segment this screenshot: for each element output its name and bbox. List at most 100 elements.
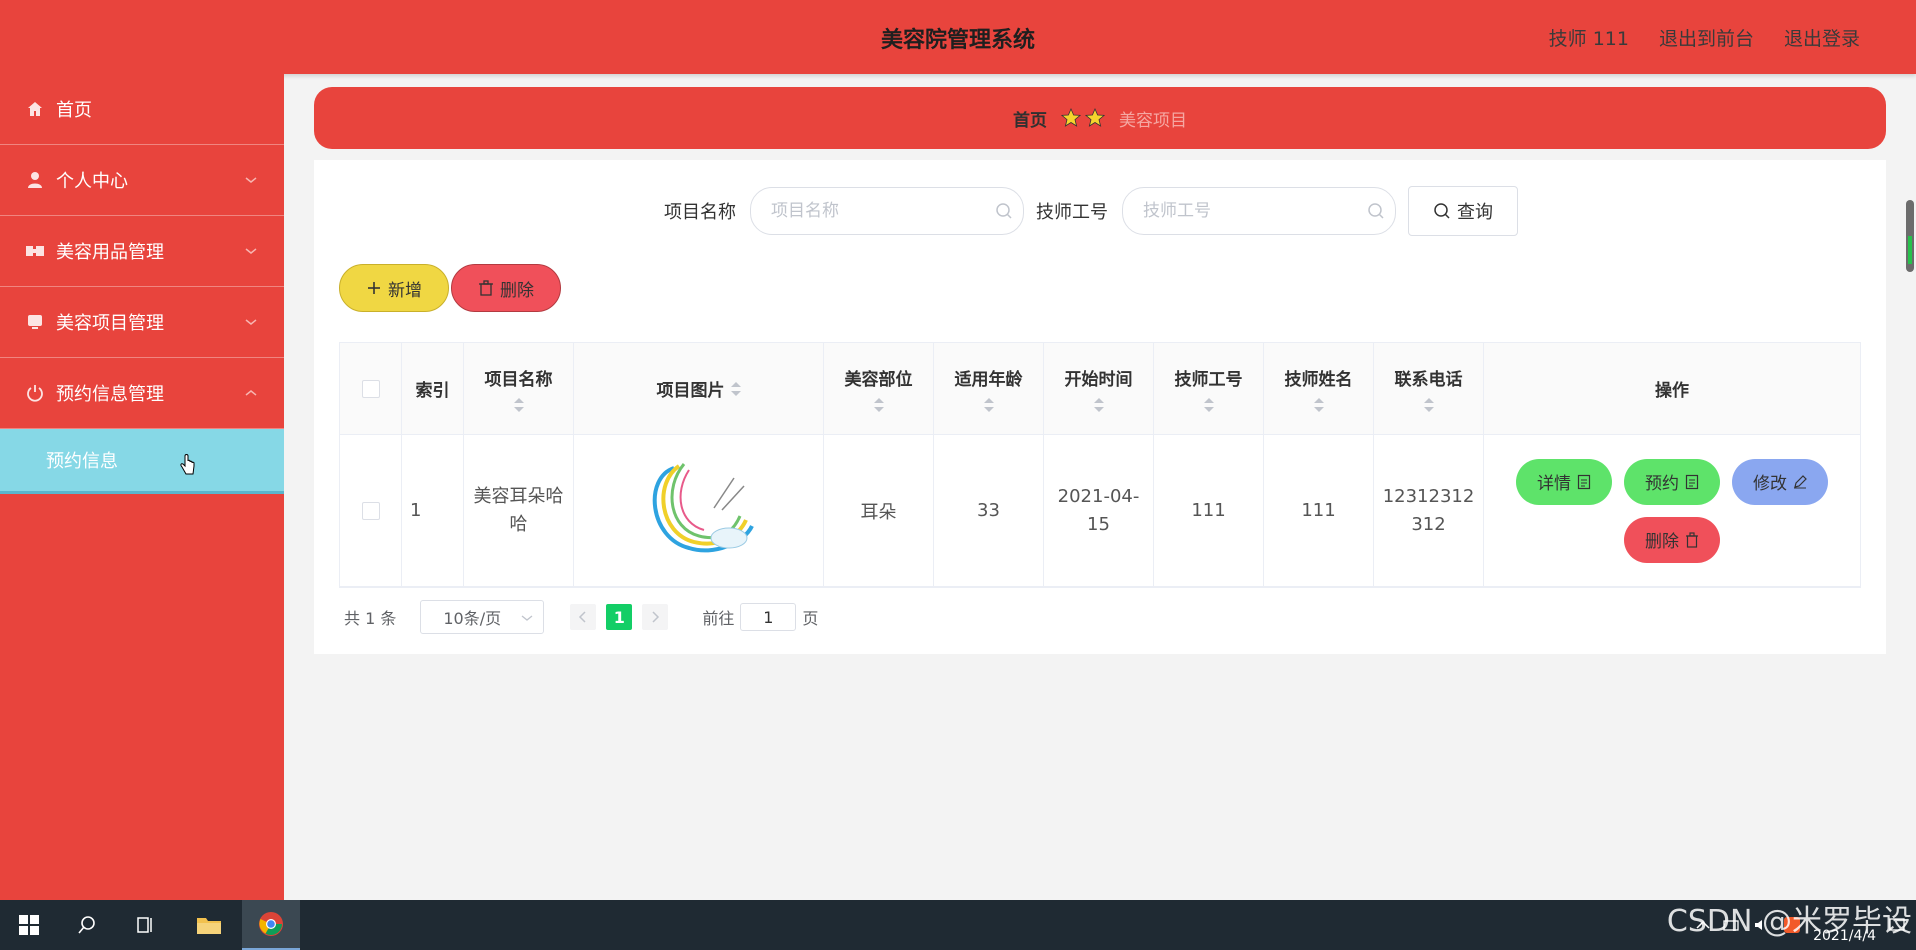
task-view-button[interactable] <box>116 900 174 950</box>
detail-button-label: 详情 <box>1537 474 1571 494</box>
project-thumbnail[interactable] <box>633 448 764 573</box>
document-icon <box>1685 474 1699 489</box>
sort-icon[interactable] <box>1203 398 1214 412</box>
user-icon <box>24 169 46 191</box>
breadcrumb-separator <box>1061 108 1105 128</box>
sort-icon[interactable] <box>730 381 741 396</box>
windows-icon <box>19 915 39 935</box>
chrome-taskbar-button[interactable] <box>242 900 300 950</box>
user-name-label[interactable]: 技师 111 <box>1549 24 1629 51</box>
project-name-input[interactable] <box>769 200 993 222</box>
cell-name: 美容耳朵哈哈 <box>464 435 574 587</box>
logout-link[interactable]: 退出登录 <box>1784 24 1860 51</box>
cell-tech-no: 111 <box>1154 435 1264 587</box>
breadcrumb-home[interactable]: 首页 <box>1013 106 1047 131</box>
page-size-select[interactable]: 10条/页 <box>420 600 545 634</box>
sort-icon[interactable] <box>1423 398 1434 412</box>
pagination: 共 1 条 10条/页 1 前往 页 <box>344 600 818 634</box>
sidebar-item-booking[interactable]: 预约信息管理 <box>0 358 284 429</box>
header-start[interactable]: 开始时间 <box>1044 343 1154 435</box>
cell-image <box>574 435 824 587</box>
prev-page-button[interactable] <box>570 604 597 630</box>
detail-button[interactable]: 详情 <box>1516 458 1612 505</box>
next-page-button[interactable] <box>642 604 669 630</box>
project-table: 索引 项目名称 项目图片 美容部位 适用年龄 开始时间 技师工号 技师姓名 联系… <box>339 342 1861 588</box>
scrollbar-thumb[interactable] <box>1906 200 1914 272</box>
document-icon <box>1577 474 1591 489</box>
sidebar-item-profile[interactable]: 个人中心 <box>0 145 284 216</box>
project-name-field[interactable] <box>750 187 1024 235</box>
header-label: 索引 <box>415 381 450 401</box>
sort-icon[interactable] <box>873 398 884 412</box>
header-label: 项目图片 <box>656 381 725 401</box>
query-button[interactable]: 查询 <box>1408 186 1518 236</box>
header-label: 开始时间 <box>1064 370 1133 390</box>
cell-start: 2021-04-15 <box>1044 435 1154 587</box>
sidebar-item-projects[interactable]: 美容项目管理 <box>0 287 284 358</box>
sidebar-item-home[interactable]: 首页 <box>0 74 284 145</box>
row-delete-label: 删除 <box>1645 532 1679 552</box>
chevron-up-icon <box>245 390 257 396</box>
sidebar-item-label: 美容用品管理 <box>56 242 164 263</box>
goto-page-input[interactable] <box>740 603 797 631</box>
chevron-down-icon <box>521 615 533 621</box>
search-form: 项目名称 技师工号 查询 <box>664 186 1518 236</box>
chevron-left-icon <box>579 611 586 623</box>
table-row: 1 美容耳朵哈哈 耳朵 33 2021-04-15 111 111 123123… <box>340 435 1860 587</box>
csdn-watermark: CSDN @米罗毕设 <box>1666 904 1912 939</box>
total-count: 共 1 条 <box>344 609 397 628</box>
row-delete-button[interactable]: 删除 <box>1624 516 1720 563</box>
select-all-checkbox[interactable] <box>361 379 380 398</box>
header-label: 美容部位 <box>844 370 913 390</box>
sidebar-subitem-booking-info[interactable]: 预约信息 <box>0 429 284 494</box>
product-icon <box>24 240 46 262</box>
header-name[interactable]: 项目名称 <box>464 343 574 435</box>
plus-icon <box>368 282 380 294</box>
add-button[interactable]: 新增 <box>339 264 449 312</box>
search-icon <box>996 203 1012 219</box>
sidebar-item-products[interactable]: 美容用品管理 <box>0 216 284 287</box>
header-phone[interactable]: 联系电话 <box>1374 343 1484 435</box>
sort-icon[interactable] <box>983 398 994 412</box>
edit-button[interactable]: 修改 <box>1732 458 1828 505</box>
page-suffix: 页 <box>802 609 819 628</box>
batch-delete-button[interactable]: 删除 <box>451 264 561 312</box>
sort-icon[interactable] <box>1093 398 1104 412</box>
cell-tech-name: 111 <box>1264 435 1374 587</box>
hand-cursor-icon <box>180 454 195 475</box>
trash-icon <box>1686 531 1698 548</box>
home-icon <box>24 98 46 120</box>
chevron-down-icon <box>245 319 257 325</box>
batch-delete-label: 删除 <box>500 280 534 301</box>
user-links: 技师 111 退出到前台 退出登录 <box>1549 24 1860 51</box>
chevron-down-icon <box>245 248 257 254</box>
start-button[interactable] <box>0 900 58 950</box>
sort-icon[interactable] <box>1313 398 1324 412</box>
table-header-row: 索引 项目名称 项目图片 美容部位 适用年龄 开始时间 技师工号 技师姓名 联系… <box>340 343 1860 435</box>
page-number-active[interactable]: 1 <box>606 604 633 630</box>
header-tech-no[interactable]: 技师工号 <box>1154 343 1264 435</box>
header-image[interactable]: 项目图片 <box>574 343 824 435</box>
book-button-label: 预约 <box>1645 474 1679 494</box>
row-actions: 详情 预约 修改 删除 <box>1512 458 1832 563</box>
book-button[interactable]: 预约 <box>1624 458 1720 505</box>
cell-ops: 详情 预约 修改 删除 <box>1484 435 1860 587</box>
sort-icon[interactable] <box>513 398 524 412</box>
chrome-icon <box>259 912 283 936</box>
trash-icon <box>479 280 493 296</box>
project-icon <box>24 311 46 333</box>
taskbar-search-button[interactable] <box>58 900 116 950</box>
header-label: 技师工号 <box>1174 370 1243 390</box>
header-label: 技师姓名 <box>1284 370 1353 390</box>
exit-to-front-link[interactable]: 退出到前台 <box>1659 24 1754 51</box>
tech-no-input[interactable] <box>1141 200 1365 222</box>
header-part[interactable]: 美容部位 <box>824 343 934 435</box>
header-label: 操作 <box>1655 381 1689 401</box>
tech-no-field[interactable] <box>1122 187 1396 235</box>
query-button-label: 查询 <box>1457 202 1493 223</box>
row-checkbox[interactable] <box>361 501 380 520</box>
header-tech-name[interactable]: 技师姓名 <box>1264 343 1374 435</box>
file-explorer-button[interactable] <box>180 900 238 950</box>
breadcrumb-current: 美容项目 <box>1119 110 1187 131</box>
header-age[interactable]: 适用年龄 <box>934 343 1044 435</box>
